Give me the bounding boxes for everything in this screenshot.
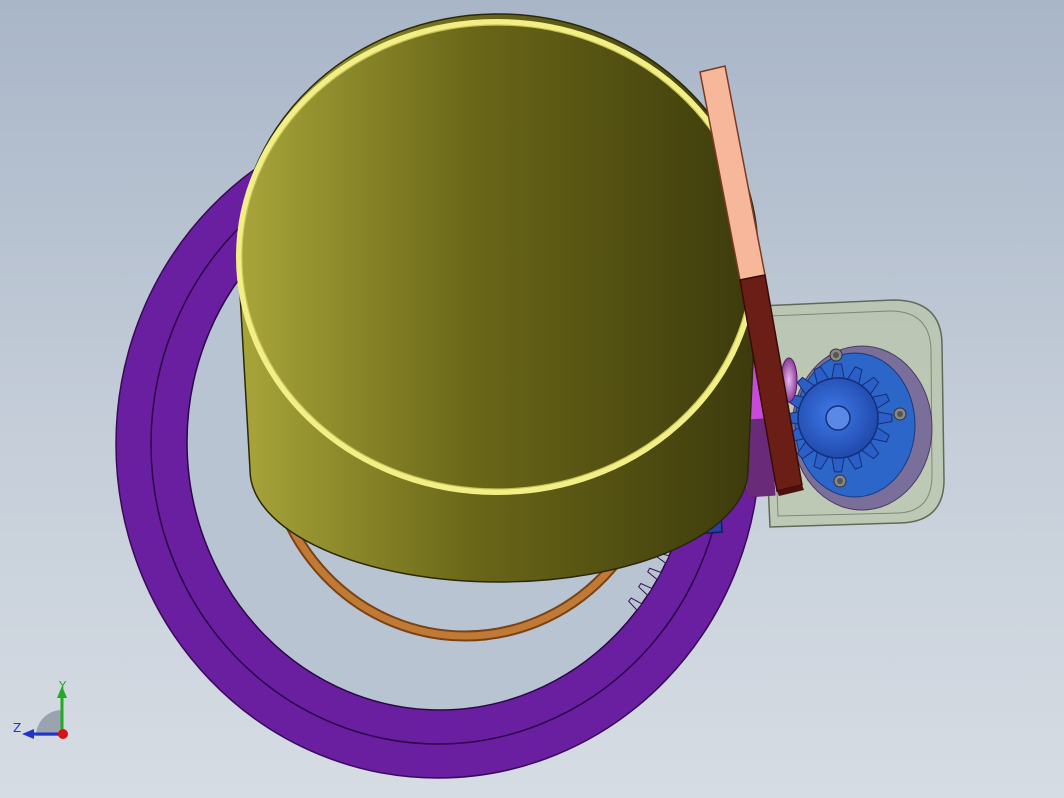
coordinate-triad: Y Z: [10, 676, 80, 746]
triad-graphic: Y Z: [13, 679, 68, 739]
y-axis-label: Y: [58, 679, 67, 693]
z-axis-arrow: [22, 729, 34, 739]
cylinder-shell[interactable]: [236, 13, 759, 583]
pinion-gear[interactable]: [783, 363, 893, 473]
pinion-tooth: [831, 457, 845, 473]
assembly-model[interactable]: [0, 0, 1064, 798]
x-axis-dot: [58, 729, 68, 739]
z-axis-label: Z: [13, 721, 21, 735]
cad-viewport[interactable]: Y Z: [0, 0, 1064, 798]
pinion-tooth: [831, 363, 845, 379]
triad-quadrant: [36, 710, 62, 736]
pinion-tooth: [877, 411, 893, 425]
